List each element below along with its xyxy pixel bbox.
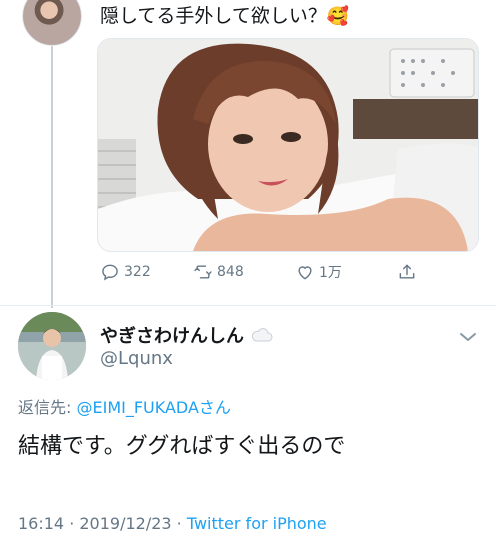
display-name[interactable]: やぎさわけんしん [100, 322, 274, 348]
tweet-actions: 322 848 1万 [100, 262, 430, 284]
retweet-button[interactable]: 848 [193, 262, 244, 282]
smiling-face-with-hearts-emoji: 🥰 [326, 6, 350, 27]
avatar-photo [18, 312, 86, 380]
source-link[interactable]: Twitter for iPhone [187, 514, 327, 533]
like-count: 1万 [319, 265, 342, 281]
reply-to-line: 返信先: @EIMI_FUKADAさん [18, 394, 231, 418]
like-button[interactable]: 1万 [295, 262, 342, 282]
retweet-count: 848 [217, 264, 244, 280]
cloud-icon [251, 328, 273, 342]
tweet-text: 隠してる手外して欲しい？🥰 [100, 3, 349, 30]
user-handle[interactable]: @Lqunx [100, 348, 173, 369]
divider [0, 305, 496, 306]
reply-icon [102, 264, 118, 281]
retweet-icon [194, 265, 212, 279]
tweet-text-body: 隠してる手外して欲しい？ [100, 5, 327, 27]
reply-to-label: 返信先: [18, 398, 77, 417]
photo-illustration [98, 39, 478, 251]
share-button[interactable] [397, 262, 417, 282]
like-icon [298, 266, 312, 280]
timestamp: 16:14 · 2019/12/23 · [18, 514, 187, 533]
share-icon [399, 264, 415, 279]
reply-text: 結構です。ググればすぐ出るので [18, 434, 346, 459]
thread-connector-line [51, 46, 53, 308]
reply-avatar[interactable] [18, 312, 86, 380]
avatar[interactable] [22, 0, 82, 46]
tweet-metadata: 16:14 · 2019/12/23 · Twitter for iPhone [18, 514, 327, 533]
reply-button[interactable]: 322 [100, 262, 151, 282]
display-name-text: やぎさわけんしん [100, 326, 244, 347]
reply-count: 322 [124, 264, 151, 280]
reply-to-mention-link[interactable]: @EIMI_FUKADAさん [76, 398, 230, 417]
tweet-media-image[interactable] [97, 38, 479, 252]
chevron-down-icon[interactable] [458, 330, 478, 344]
